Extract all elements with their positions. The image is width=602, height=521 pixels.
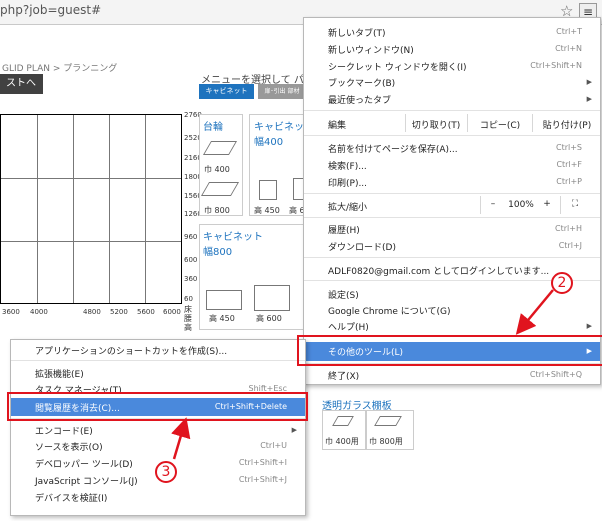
annotation-arrows [171, 289, 554, 460]
arrow-step-2 [515, 289, 554, 335]
arrow-step-3 [171, 417, 191, 460]
